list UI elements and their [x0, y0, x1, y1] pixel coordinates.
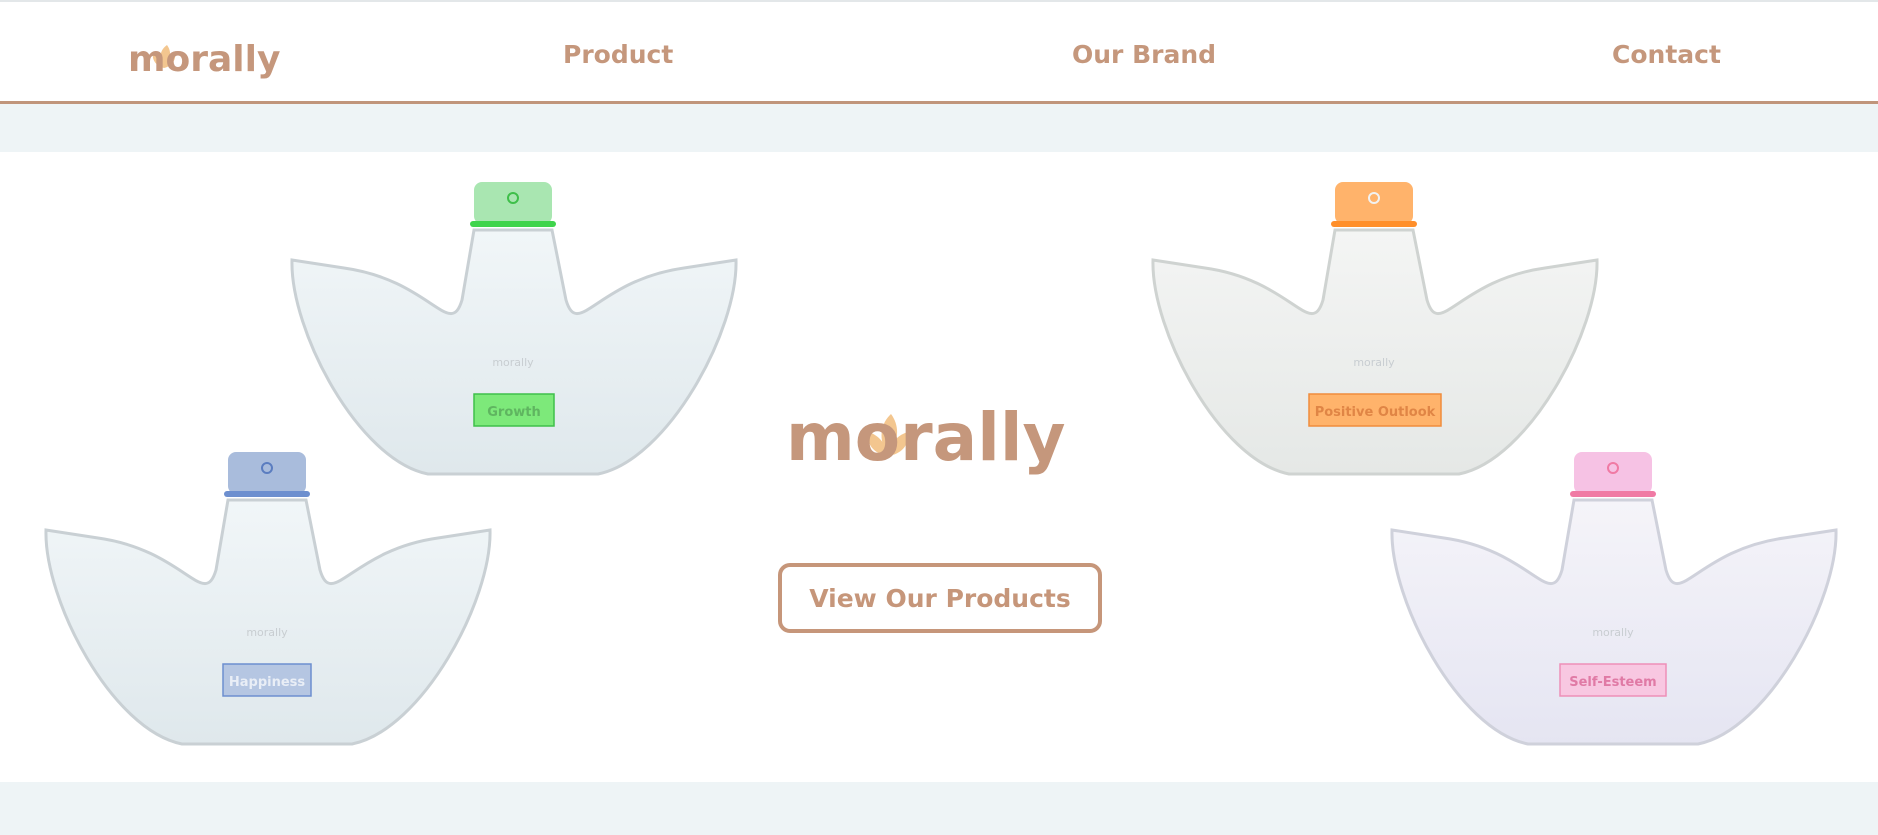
bottle-brand-text: morally [492, 356, 534, 369]
cap-band [224, 491, 310, 497]
bottle-self-esteem: morally Self-Esteem [1390, 452, 1838, 746]
bottle-brand-text: morally [246, 626, 288, 639]
cap-band [1331, 221, 1417, 227]
site-header: morally Product Our Brand Contact [0, 2, 1878, 104]
logo-small-svg: morally [128, 39, 280, 80]
bottle-brand-text: morally [1353, 356, 1395, 369]
hero-logo: morally [786, 399, 1065, 476]
nav-product[interactable]: Product [563, 40, 673, 69]
view-products-button[interactable]: View Our Products [778, 563, 1102, 633]
hero-logo-text: morally [786, 399, 1065, 476]
logo-small-text: morally [128, 39, 280, 80]
bottle-brand-text: morally [1592, 626, 1634, 639]
bottle-label-text: Growth [487, 405, 541, 420]
nav-our-brand[interactable]: Our Brand [1072, 40, 1216, 69]
bottle-label-text: Self-Esteem [1569, 675, 1656, 690]
bottle-body [290, 228, 738, 476]
bottle-positive-outlook: morally Positive Outlook [1151, 182, 1599, 476]
header-logo[interactable]: morally [128, 36, 280, 86]
bottle-label-text: Positive Outlook [1315, 405, 1436, 420]
cap-band [1570, 491, 1656, 497]
bottle-body [1390, 498, 1838, 746]
bottle-body [1151, 228, 1599, 476]
hero-section: morally Growth morally Positive Outlook [0, 152, 1878, 782]
bottle-happiness: morally Happiness [44, 452, 492, 746]
bottle-growth: morally Growth [290, 182, 738, 476]
nav-contact[interactable]: Contact [1612, 40, 1721, 69]
bottle-label-text: Happiness [229, 675, 306, 690]
bottle-body [44, 498, 492, 746]
cap-band [470, 221, 556, 227]
